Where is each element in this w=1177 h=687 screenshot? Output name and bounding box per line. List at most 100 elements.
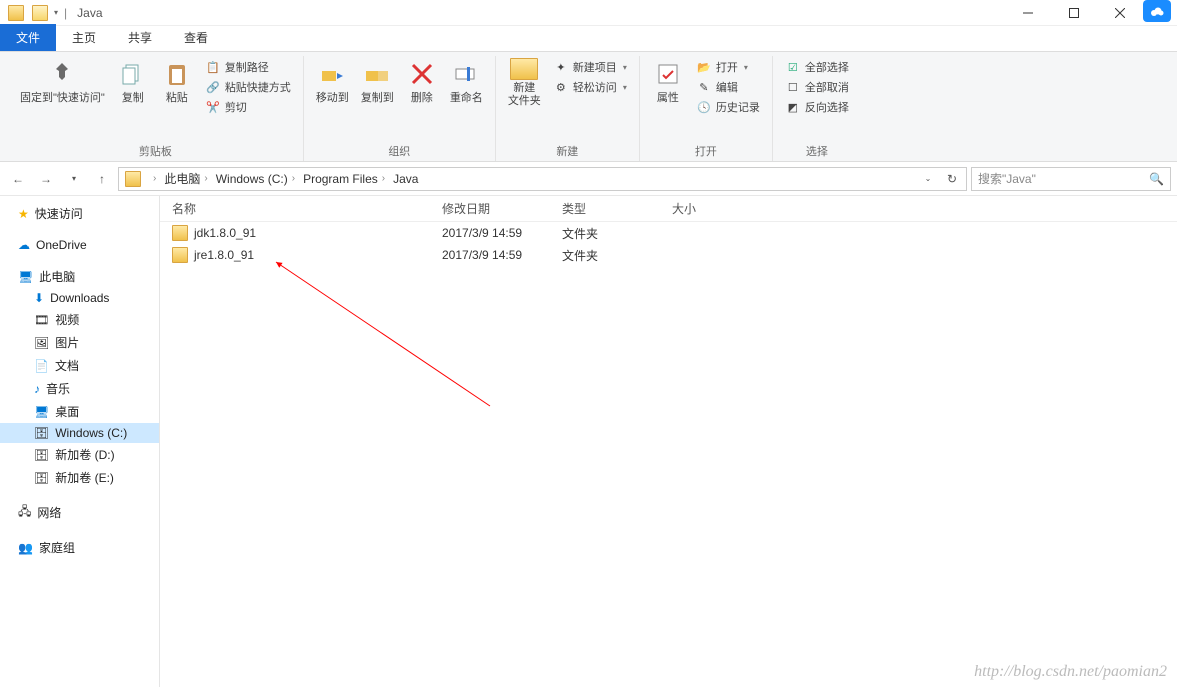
crumb-pc[interactable]: 此电脑› xyxy=(160,170,211,187)
easy-access-button[interactable]: ⚙轻松访问▾ xyxy=(551,78,629,96)
tree-desktop[interactable]: 🖥桌面 xyxy=(0,400,159,423)
dropdown-button[interactable]: ⌄ xyxy=(916,167,940,191)
list-item[interactable]: jre1.8.0_91 2017/3/9 14:59 文件夹 xyxy=(160,244,1177,266)
select-none-icon: ☐ xyxy=(785,79,801,95)
list-header: 名称 修改日期 类型 大小 xyxy=(160,196,1177,222)
picture-icon: 🖼 xyxy=(34,336,49,350)
title-bar: ▾ | Java xyxy=(0,0,1177,26)
document-icon: 📄 xyxy=(34,359,49,373)
video-icon: 🎞 xyxy=(34,313,49,327)
network-icon: 🖧 xyxy=(18,502,31,523)
properties-icon xyxy=(652,58,684,90)
pin-quick-access-button[interactable]: 固定到"快速访问" xyxy=(14,56,111,107)
history-button[interactable]: 🕓历史记录 xyxy=(694,98,762,116)
recent-locations-button[interactable]: ▾ xyxy=(62,167,86,191)
tree-music[interactable]: ♪音乐 xyxy=(0,377,159,400)
folder-icon xyxy=(125,171,141,187)
folder-icon xyxy=(32,5,48,21)
up-button[interactable]: ↑ xyxy=(90,167,114,191)
search-input[interactable]: 搜索"Java" 🔍 xyxy=(971,167,1171,191)
down-caret-icon[interactable]: ▾ xyxy=(52,8,60,17)
pin-icon xyxy=(46,58,78,90)
crumb-java[interactable]: Java xyxy=(389,172,422,186)
tree-drive-e[interactable]: 🗄新加卷 (E:) xyxy=(0,466,159,489)
cut-button[interactable]: ✂️剪切 xyxy=(203,98,293,116)
copy-icon xyxy=(117,58,149,90)
paste-shortcut-button[interactable]: 🔗粘贴快捷方式 xyxy=(203,78,293,96)
tree-homegroup[interactable]: 👥家庭组 xyxy=(0,536,159,559)
group-label: 剪贴板 xyxy=(139,139,172,161)
invert-selection-button[interactable]: ◩反向选择 xyxy=(783,98,851,116)
open-button[interactable]: 📂打开▾ xyxy=(694,58,762,76)
back-button[interactable]: ← xyxy=(6,167,30,191)
ribbon-group-clipboard: 固定到"快速访问" 复制 粘贴 📋复制路径 🔗粘贴快捷方式 ✂️剪切 剪贴板 xyxy=(8,56,304,161)
tree-drive-c[interactable]: 🗄Windows (C:) xyxy=(0,423,159,443)
paste-icon xyxy=(161,58,193,90)
crumb-pc[interactable]: › xyxy=(145,173,160,184)
cloud-icon: ☁ xyxy=(18,238,30,252)
new-item-button[interactable]: ✦新建项目▾ xyxy=(551,58,629,76)
cloud-badge-icon[interactable] xyxy=(1143,0,1171,22)
address-bar[interactable]: › 此电脑› Windows (C:)› Program Files› Java… xyxy=(118,167,967,191)
path-icon: 📋 xyxy=(205,59,221,75)
group-label: 组织 xyxy=(388,139,410,161)
edit-button[interactable]: ✎编辑 xyxy=(694,78,762,96)
crumb-program-files[interactable]: Program Files› xyxy=(299,172,389,186)
copy-path-button[interactable]: 📋复制路径 xyxy=(203,58,293,76)
tab-share[interactable]: 共享 xyxy=(112,24,168,51)
new-item-icon: ✦ xyxy=(553,59,569,75)
tree-videos[interactable]: 🎞视频 xyxy=(0,308,159,331)
tree-downloads[interactable]: ⬇Downloads xyxy=(0,288,159,308)
move-to-button[interactable]: 移动到 xyxy=(310,56,355,107)
properties-button[interactable]: 属性 xyxy=(646,56,690,107)
new-folder-button[interactable]: 新建 文件夹 xyxy=(502,56,547,110)
cut-icon: ✂️ xyxy=(205,99,221,115)
tree-pictures[interactable]: 🖼图片 xyxy=(0,331,159,354)
forward-button[interactable]: → xyxy=(34,167,58,191)
close-button[interactable] xyxy=(1097,0,1143,26)
select-all-button[interactable]: 全部选择 xyxy=(783,58,851,76)
tree-onedrive[interactable]: ☁OneDrive xyxy=(0,235,159,255)
col-type[interactable]: 类型 xyxy=(562,200,672,217)
tree-this-pc[interactable]: 🖥此电脑 xyxy=(0,265,159,288)
star-icon: ★ xyxy=(18,207,29,221)
paste-button[interactable]: 粘贴 xyxy=(155,56,199,107)
col-name[interactable]: 名称 xyxy=(172,200,442,217)
pc-icon: 🖥 xyxy=(18,270,33,284)
tree-documents[interactable]: 📄文档 xyxy=(0,354,159,377)
tab-view[interactable]: 查看 xyxy=(168,24,224,51)
tab-file[interactable]: 文件 xyxy=(0,24,56,51)
rename-button[interactable]: 重命名 xyxy=(444,56,489,107)
new-folder-icon xyxy=(510,58,538,80)
ribbon: 固定到"快速访问" 复制 粘贴 📋复制路径 🔗粘贴快捷方式 ✂️剪切 剪贴板 移… xyxy=(0,52,1177,162)
desktop-icon: 🖥 xyxy=(34,405,49,419)
tab-home[interactable]: 主页 xyxy=(56,24,112,51)
delete-button[interactable]: 删除 xyxy=(400,56,444,107)
col-modified[interactable]: 修改日期 xyxy=(442,200,562,217)
address-bar-row: ← → ▾ ↑ › 此电脑› Windows (C:)› Program Fil… xyxy=(0,162,1177,196)
col-size[interactable]: 大小 xyxy=(672,200,752,217)
folder-icon xyxy=(8,5,24,21)
copy-button[interactable]: 复制 xyxy=(111,56,155,107)
ribbon-group-open: 属性 📂打开▾ ✎编辑 🕓历史记录 打开 xyxy=(640,56,773,161)
tree-network[interactable]: 🖧网络 xyxy=(0,499,159,526)
select-all-icon xyxy=(785,59,801,75)
ribbon-group-new: 新建 文件夹 ✦新建项目▾ ⚙轻松访问▾ 新建 xyxy=(496,56,640,161)
group-label: 选择 xyxy=(806,139,828,161)
maximize-button[interactable] xyxy=(1051,0,1097,26)
list-item[interactable]: jdk1.8.0_91 2017/3/9 14:59 文件夹 xyxy=(160,222,1177,244)
ribbon-group-select: 全部选择 ☐全部取消 ◩反向选择 选择 xyxy=(773,56,861,161)
move-icon xyxy=(316,58,348,90)
minimize-button[interactable] xyxy=(1005,0,1051,26)
search-icon: 🔍 xyxy=(1149,172,1164,186)
copy-to-button[interactable]: 复制到 xyxy=(355,56,400,107)
history-icon: 🕓 xyxy=(696,99,712,115)
drive-icon: 🗄 xyxy=(34,448,49,462)
crumb-drive[interactable]: Windows (C:)› xyxy=(212,172,299,186)
tree-drive-d[interactable]: 🗄新加卷 (D:) xyxy=(0,443,159,466)
separator: | xyxy=(64,6,67,20)
select-none-button[interactable]: ☐全部取消 xyxy=(783,78,851,96)
tree-quick-access[interactable]: ★快速访问 xyxy=(0,202,159,225)
drive-icon: 🗄 xyxy=(34,471,49,485)
refresh-button[interactable]: ↻ xyxy=(940,167,964,191)
